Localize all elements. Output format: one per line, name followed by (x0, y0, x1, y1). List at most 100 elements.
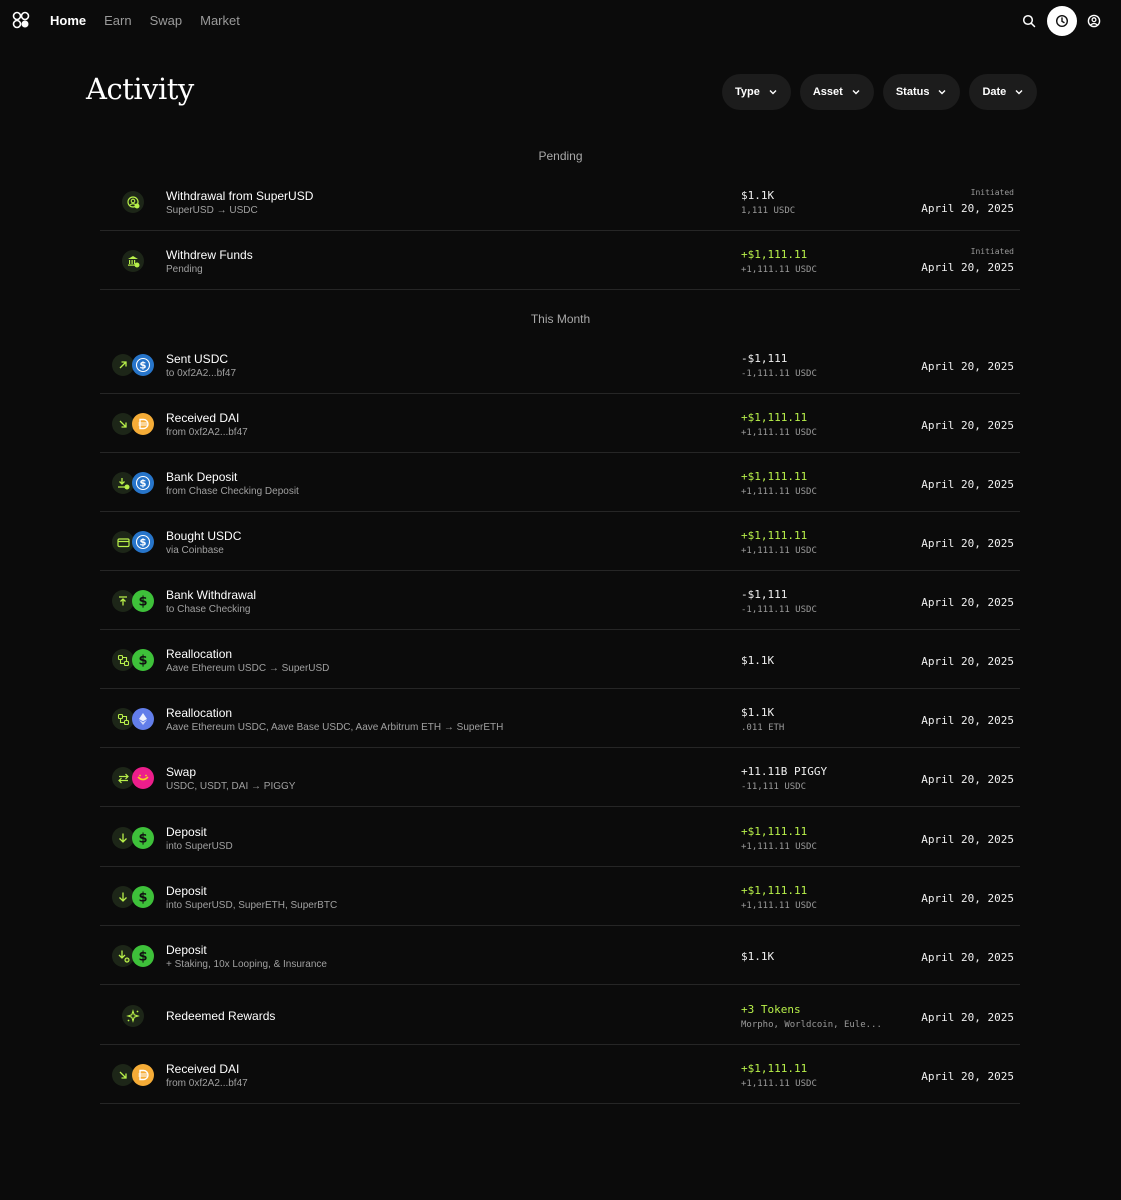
activity-row[interactable]: Withdrew Funds Pending +$1,111.11 +1,111… (100, 231, 1020, 290)
row-subtitle: to 0xf2A2...bf47 (166, 368, 237, 379)
activity-row[interactable]: $ Sent USDC to 0xf2A2...bf47 -$1,111 -1,… (100, 335, 1020, 394)
activity-row[interactable]: $ Deposit into SuperUSD +$1,111.11 +1,11… (100, 808, 1020, 867)
filter-label: Date (982, 86, 1007, 98)
activity-row[interactable]: $ Deposit into SuperUSD, SuperETH, Super… (100, 867, 1020, 926)
top-nav: Home Earn Swap Market (0, 0, 1121, 42)
row-icon-group (112, 706, 154, 732)
row-date: April 20, 2025 (921, 655, 1014, 668)
row-title: Bought USDC (166, 529, 242, 543)
section-label-this-month: This Month (530, 312, 591, 326)
row-icon-group: $ (112, 588, 154, 614)
card-icon (112, 531, 134, 553)
usdc-icon: $ (132, 354, 154, 376)
row-amount: +11.11B PIGGY (741, 765, 828, 778)
reallocate-icon (112, 708, 134, 730)
search-icon[interactable] (1022, 14, 1036, 28)
svg-text:$: $ (138, 654, 147, 669)
row-title: Sent USDC (166, 352, 229, 366)
row-subtitle: from 0xf2A2...bf47 (166, 427, 248, 438)
nav-link-market[interactable]: Market (200, 13, 240, 28)
reallocate-icon (112, 649, 134, 671)
activity-row[interactable]: Reallocation Aave Ethereum USDC, Aave Ba… (100, 689, 1020, 748)
row-subtitle: Pending (166, 264, 203, 275)
nav-link-swap[interactable]: Swap (150, 13, 183, 28)
row-date: April 20, 2025 (921, 892, 1014, 905)
row-subtitle: from 0xf2A2...bf47 (166, 1078, 248, 1089)
row-date: April 20, 2025 (921, 773, 1014, 786)
chevron-down-icon (938, 90, 946, 95)
account-icon[interactable] (1087, 14, 1101, 28)
dollar-icon: $ (132, 886, 154, 908)
dai-icon (132, 1064, 154, 1086)
filter-type-button[interactable]: Type (722, 74, 791, 110)
activity-row[interactable]: Redeemed Rewards +3 Tokens Morpho, World… (100, 986, 1020, 1045)
row-title: Reallocation (166, 647, 233, 661)
row-subtitle: SuperUSD → USDC (166, 205, 258, 216)
row-amount-sub: -1,111.11 USDC (741, 605, 817, 615)
activity-row[interactable]: $ Deposit + Staking, 10x Looping, & Insu… (100, 926, 1020, 985)
row-amount: +$1,111.11 (741, 1062, 808, 1075)
activity-row[interactable]: Withdrawal from SuperUSD SuperUSD → USDC… (100, 172, 1020, 231)
filter-label: Asset (812, 86, 843, 98)
row-subtitle: Aave Ethereum USDC, Aave Base USDC, Aave… (166, 722, 504, 733)
row-date: April 20, 2025 (921, 537, 1014, 550)
activity-row[interactable]: $ Bought USDC via Coinbase +$1,111.11 +1… (100, 512, 1020, 571)
usdc-icon: $ (132, 472, 154, 494)
row-icon-group (112, 411, 154, 437)
row-amount-sub: +1,111.11 USDC (741, 901, 817, 911)
sparkle-icon (122, 1005, 144, 1027)
activity-row[interactable]: $ Bank Deposit from Chase Checking Depos… (100, 453, 1020, 512)
nav-link-home[interactable]: Home (50, 13, 86, 28)
row-title: Bank Deposit (166, 470, 238, 484)
nav-links: Home Earn Swap Market (50, 13, 240, 28)
filter-date-button[interactable]: Date (969, 74, 1038, 110)
arrow-down-bank-icon (112, 472, 134, 494)
row-title: Received DAI (166, 1062, 240, 1076)
dollar-icon: $ (132, 827, 154, 849)
row-icon-group (112, 248, 154, 274)
filter-asset-button[interactable]: Asset (799, 74, 874, 110)
row-date: April 20, 2025 (921, 261, 1014, 274)
arrow-down-plus-icon (112, 945, 134, 967)
row-subtitle: via Coinbase (166, 545, 224, 556)
swap-icon (112, 767, 134, 789)
activity-row[interactable]: Received DAI from 0xf2A2...bf47 +$1,111.… (100, 394, 1020, 453)
svg-text:$: $ (138, 891, 147, 906)
row-title: Reallocation (166, 706, 233, 720)
activity-row[interactable]: $ Bank Withdrawal to Chase Checking -$1,… (100, 571, 1020, 630)
row-date: April 20, 2025 (921, 1070, 1014, 1083)
row-date: April 20, 2025 (921, 596, 1014, 609)
arrow-down-icon (112, 827, 134, 849)
svg-text:$: $ (138, 832, 147, 847)
row-title: Redeemed Rewards (166, 1009, 276, 1023)
filter-label: Type (735, 86, 760, 98)
row-amount: +$1,111.11 (741, 248, 808, 261)
filter-status-button[interactable]: Status (882, 74, 961, 110)
row-date: April 20, 2025 (921, 833, 1014, 846)
row-subtitle: into SuperUSD, SuperETH, SuperBTC (166, 900, 338, 911)
app-logo-icon[interactable] (12, 11, 30, 29)
row-icon-group: $ (112, 529, 154, 555)
arrow-down-right-icon (112, 413, 134, 435)
dollar-icon: $ (132, 590, 154, 612)
row-amount-sub: -1,111.11 USDC (741, 369, 817, 379)
activity-row[interactable]: $ Reallocation Aave Ethereum USDC → Supe… (100, 630, 1020, 689)
row-icon-group: $ (112, 352, 154, 378)
person-icon (122, 191, 144, 213)
nav-link-earn[interactable]: Earn (104, 13, 131, 28)
activity-history-button[interactable] (1047, 6, 1077, 36)
dollar-icon: $ (132, 945, 154, 967)
activity-row[interactable]: Received DAI from 0xf2A2...bf47 +$1,111.… (100, 1045, 1020, 1104)
arrow-up-bar-icon (112, 590, 134, 612)
row-amount-sub: .011 ETH (741, 723, 785, 733)
row-title: Received DAI (166, 411, 240, 425)
row-amount-sub: Morpho, Worldcoin, Eule... (741, 1020, 882, 1030)
row-status: Initiated (970, 247, 1014, 256)
row-date: April 20, 2025 (921, 419, 1014, 432)
svg-text:$: $ (138, 950, 147, 965)
row-date: April 20, 2025 (921, 478, 1014, 491)
row-amount-sub: 1,111 USDC (741, 206, 796, 216)
row-amount: +3 Tokens (741, 1003, 801, 1016)
arrow-up-right-icon (112, 354, 134, 376)
activity-row[interactable]: Swap USDC, USDT, DAI → PIGGY +11.11B PIG… (100, 748, 1020, 807)
